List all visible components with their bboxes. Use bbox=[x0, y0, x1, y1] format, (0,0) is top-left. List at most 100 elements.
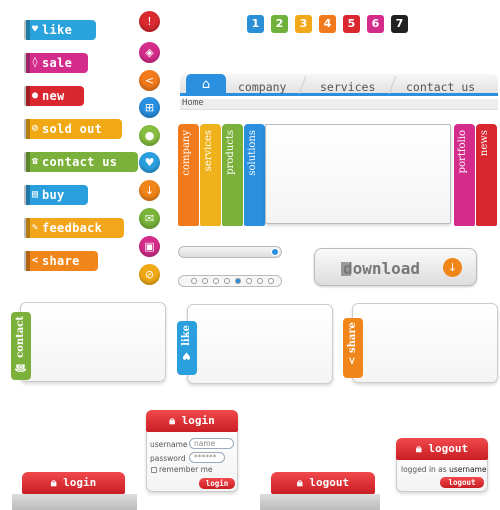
tab-content-panel bbox=[265, 124, 451, 224]
button-base bbox=[12, 494, 137, 510]
pagination-dots bbox=[178, 275, 282, 287]
ribbon-contact[interactable]: ☎ contact bbox=[11, 312, 31, 380]
login-form-title: login bbox=[181, 414, 215, 427]
page-number-badge[interactable]: 2 bbox=[271, 15, 288, 33]
ribbon-label: share bbox=[347, 322, 358, 354]
lock-icon: 🔒︎ bbox=[50, 476, 57, 489]
tag-contact-us[interactable]: ☎ contact us bbox=[24, 152, 138, 172]
slider-knob[interactable] bbox=[271, 248, 279, 256]
page-number-badge[interactable]: 6 bbox=[367, 15, 384, 33]
tag-icon: < bbox=[32, 255, 39, 266]
password-field[interactable]: ****** bbox=[189, 452, 225, 463]
vertical-tab-portfolio[interactable]: portfolio bbox=[454, 124, 475, 226]
ribbon-like[interactable]: ♥ like bbox=[177, 321, 197, 375]
tag-icon: ☎ bbox=[32, 156, 39, 167]
page-number-badge[interactable]: 7 bbox=[391, 15, 408, 33]
tab-contact-us[interactable]: contact us bbox=[406, 78, 475, 96]
breadcrumb[interactable]: Home bbox=[182, 98, 204, 108]
pagination-dot[interactable] bbox=[235, 278, 241, 284]
chat-icon[interactable]: ● bbox=[139, 125, 160, 146]
tab-company[interactable]: company bbox=[238, 78, 286, 96]
tag-label: buy bbox=[42, 188, 65, 202]
breadcrumb-bar: Home bbox=[180, 98, 498, 110]
remember-label: remember me bbox=[159, 465, 213, 474]
pagination-dot[interactable] bbox=[268, 278, 274, 284]
tag-share[interactable]: < share bbox=[24, 251, 98, 271]
vertical-tab-products[interactable]: products bbox=[222, 124, 243, 226]
page-number-badge[interactable]: 4 bbox=[319, 15, 336, 33]
mail-icon[interactable]: ✉ bbox=[139, 208, 160, 229]
heart-icon[interactable]: ♥ bbox=[139, 152, 160, 173]
vertical-tab-news[interactable]: news bbox=[476, 124, 497, 226]
login-submit-button[interactable]: login bbox=[199, 478, 235, 489]
login-button-label: login bbox=[63, 476, 97, 489]
vertical-tab-label: company bbox=[181, 130, 192, 176]
vertical-tab-solutions[interactable]: solutions bbox=[244, 124, 265, 226]
vertical-tab-company[interactable]: company bbox=[178, 124, 199, 226]
tag-buy[interactable]: ▤ buy bbox=[24, 185, 88, 205]
lock-icon: 🔒︎ bbox=[296, 476, 303, 489]
progress-slider[interactable] bbox=[178, 246, 282, 258]
home-tab[interactable]: ⌂ bbox=[186, 74, 226, 96]
tag-icon: ⊘ bbox=[32, 123, 39, 134]
tag-label: like bbox=[42, 23, 73, 37]
pagination-dot[interactable] bbox=[191, 278, 197, 284]
share-icon[interactable]: < bbox=[139, 70, 160, 91]
username-value: name bbox=[194, 439, 216, 448]
phone-icon: ☎ bbox=[15, 361, 26, 373]
logout-button[interactable]: 🔒︎ logout bbox=[271, 472, 375, 494]
download-icon[interactable]: ↓ bbox=[139, 180, 160, 201]
tag-sold-out[interactable]: ⊘ sold out bbox=[24, 119, 122, 139]
tag-label: share bbox=[42, 254, 80, 268]
tab-services[interactable]: services bbox=[320, 78, 375, 96]
login-button[interactable]: 🔒︎ login bbox=[22, 472, 125, 494]
pagination-dot[interactable] bbox=[213, 278, 219, 284]
alert-icon[interactable]: ! bbox=[139, 11, 160, 32]
tag-icon: ◊ bbox=[32, 57, 39, 68]
page-number-badge[interactable]: 5 bbox=[343, 15, 360, 33]
heart-icon: ♥ bbox=[181, 349, 192, 361]
logout-submit-button[interactable]: logout bbox=[440, 477, 484, 488]
ui-kit-canvas: ♥ like ◊ sale ● new ⊘ sold out ☎ contact us ▤ buy ✎ f… bbox=[0, 0, 500, 510]
tag-feedback[interactable]: ✎ feedback bbox=[24, 218, 124, 238]
pagination-dot[interactable] bbox=[202, 278, 208, 284]
logout-button-label: logout bbox=[309, 476, 350, 489]
tag-icon: ♥ bbox=[32, 24, 39, 35]
logged-in-label: logged in as bbox=[401, 465, 447, 474]
button-base bbox=[260, 494, 380, 510]
navigation-bar: ⌂ company services contact us Home bbox=[180, 74, 498, 110]
username-label: username bbox=[150, 440, 188, 449]
logout-panel: 🔒︎ logout logged in as username logout bbox=[396, 438, 488, 492]
gift-icon[interactable]: ▣ bbox=[139, 236, 160, 257]
tag-icon: ▤ bbox=[32, 189, 39, 200]
download-label: download bbox=[343, 259, 421, 278]
login-form-header: 🔒︎ login bbox=[146, 410, 238, 432]
vertical-tab-services[interactable]: services bbox=[200, 124, 221, 226]
lock-icon: 🔒︎ bbox=[415, 442, 422, 455]
like-card bbox=[187, 304, 333, 384]
ribbon-share[interactable]: < share bbox=[343, 318, 363, 378]
vertical-tab-label: solutions bbox=[247, 130, 258, 176]
password-value: ****** bbox=[194, 453, 217, 462]
tag-label: contact us bbox=[42, 155, 118, 169]
block-icon[interactable]: ⊘ bbox=[139, 264, 160, 285]
tag-like[interactable]: ♥ like bbox=[24, 20, 96, 40]
page-number-badge[interactable]: 1 bbox=[247, 15, 264, 33]
download-arrow-icon: ↓ bbox=[443, 258, 462, 277]
tag-new[interactable]: ● new bbox=[24, 86, 84, 106]
share-icon: < bbox=[347, 356, 358, 365]
ribbon-label: contact bbox=[15, 316, 26, 358]
page-number-badge[interactable]: 3 bbox=[295, 15, 312, 33]
share-card bbox=[352, 303, 498, 383]
tag-sale[interactable]: ◊ sale bbox=[24, 53, 88, 73]
username-field[interactable]: name bbox=[189, 438, 234, 449]
tag-icon[interactable]: ◈ bbox=[139, 42, 160, 63]
tag-label: feedback bbox=[42, 221, 103, 235]
download-button[interactable]: download ↓ bbox=[314, 248, 477, 286]
pagination-dot[interactable] bbox=[257, 278, 263, 284]
ribbon-label: like bbox=[181, 325, 192, 346]
pagination-dot[interactable] bbox=[246, 278, 252, 284]
pagination-dot[interactable] bbox=[224, 278, 230, 284]
remember-checkbox[interactable] bbox=[151, 467, 157, 473]
cart-icon[interactable]: ⊞ bbox=[139, 97, 160, 118]
